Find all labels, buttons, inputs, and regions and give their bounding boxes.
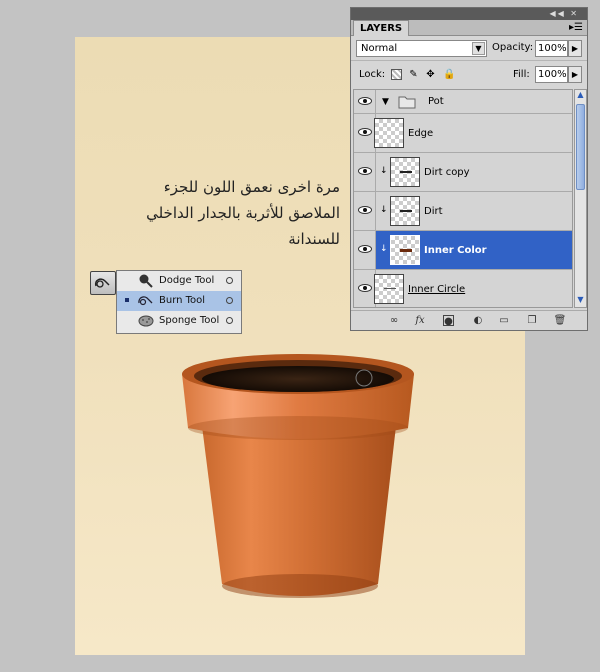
eye-icon bbox=[358, 206, 372, 214]
layers-panel: ◀◀ ✕ LAYERS ▸☰ Normal ▼ Opacity: 100% ▶ … bbox=[350, 7, 588, 331]
layer-name: Inner Color bbox=[424, 245, 487, 256]
toning-tools-flyout: Dodge Tool Burn Tool Sponge Tool bbox=[116, 270, 242, 334]
trash-icon[interactable]: 🗑 bbox=[553, 315, 567, 327]
visibility-toggle[interactable] bbox=[354, 270, 376, 307]
layers-footer: ∞ fx ● ◐ ▭ ❐ 🗑 bbox=[351, 310, 587, 330]
layer-name: Pot bbox=[428, 96, 444, 107]
annotation-line: للسندانة bbox=[288, 230, 340, 248]
eye-icon bbox=[358, 128, 372, 136]
fill-label: Fill: bbox=[513, 69, 530, 80]
layer-thumbnail bbox=[374, 274, 404, 304]
selected-bullet bbox=[125, 298, 129, 302]
layer-thumbnail bbox=[390, 235, 420, 265]
layer-row-inner-circle[interactable]: Inner Circle bbox=[354, 270, 572, 307]
eye-icon bbox=[358, 97, 372, 105]
layer-row-pot[interactable]: ▼ Pot bbox=[354, 90, 572, 114]
lock-label: Lock: bbox=[359, 69, 386, 80]
lock-move-icon[interactable]: ✥ bbox=[425, 69, 436, 80]
blend-mode-value: Normal bbox=[361, 43, 398, 54]
shortcut-indicator bbox=[226, 297, 233, 304]
adjustment-icon[interactable]: ◐ bbox=[471, 315, 485, 327]
collapse-close-icon[interactable]: ◀◀ ✕ bbox=[549, 9, 579, 18]
annotation-line: مرة اخرى نعمق اللون للجزء bbox=[163, 178, 340, 196]
clipping-arrow-icon: ↓ bbox=[380, 166, 388, 176]
tab-layers[interactable]: LAYERS bbox=[353, 20, 410, 36]
panel-tab-row: LAYERS ▸☰ bbox=[351, 20, 587, 36]
panel-menu-icon[interactable]: ▸☰ bbox=[569, 22, 583, 33]
layers-list: ▼ Pot Edge ↓ Dirt copy ↓ Dirt ↓ Inner Co… bbox=[353, 89, 573, 308]
disclosure-triangle-icon[interactable]: ▼ bbox=[382, 97, 389, 107]
layer-thumbnail bbox=[374, 118, 404, 148]
panel-title-bar[interactable]: ◀◀ ✕ bbox=[351, 8, 587, 20]
layer-row-dirt[interactable]: ↓ Dirt bbox=[354, 192, 572, 231]
dodge-icon bbox=[139, 274, 153, 288]
layer-row-inner-color[interactable]: ↓ Inner Color bbox=[354, 231, 572, 270]
layer-name: Inner Circle bbox=[408, 284, 466, 295]
flyout-item-label: Dodge Tool bbox=[159, 275, 215, 286]
layer-name: Dirt bbox=[424, 206, 443, 217]
eye-icon bbox=[358, 284, 372, 292]
visibility-toggle[interactable] bbox=[354, 192, 376, 230]
mask-icon[interactable]: ● bbox=[443, 315, 454, 327]
clipping-arrow-icon: ↓ bbox=[380, 205, 388, 215]
layer-name: Dirt copy bbox=[424, 167, 470, 178]
opacity-slider-arrow[interactable]: ▶ bbox=[568, 40, 582, 57]
clay-pot-illustration bbox=[182, 354, 414, 598]
sponge-icon bbox=[138, 315, 154, 327]
visibility-toggle[interactable] bbox=[354, 114, 376, 152]
flyout-item-dodge-tool[interactable]: Dodge Tool bbox=[117, 271, 241, 291]
lock-row: Lock: ✎ ✥ 🔒 Fill: 100% ▶ bbox=[351, 60, 587, 86]
layer-row-dirt-copy[interactable]: ↓ Dirt copy bbox=[354, 153, 572, 192]
visibility-toggle[interactable] bbox=[354, 153, 376, 191]
eye-icon bbox=[358, 167, 372, 175]
folder-icon bbox=[398, 96, 416, 109]
shortcut-indicator bbox=[226, 277, 233, 284]
layer-row-edge[interactable]: Edge bbox=[354, 114, 572, 153]
layer-thumbnail bbox=[390, 157, 420, 187]
fx-icon[interactable]: fx bbox=[413, 315, 427, 327]
chevron-down-icon: ▼ bbox=[472, 42, 485, 55]
blend-row: Normal ▼ Opacity: 100% ▶ bbox=[351, 36, 587, 60]
layers-scrollbar[interactable]: ▲ ▼ bbox=[574, 89, 587, 308]
opacity-label: Opacity: bbox=[492, 42, 534, 53]
flyout-item-label: Burn Tool bbox=[159, 295, 206, 306]
annotation-line: الملاصق للأثربة بالجدار الداخلي bbox=[146, 204, 340, 222]
tutorial-annotation: مرة اخرى نعمق اللون للجزء الملاصق للأثرب… bbox=[80, 174, 340, 252]
new-layer-icon[interactable]: ❐ bbox=[525, 315, 539, 327]
scroll-down-arrow-icon[interactable]: ▼ bbox=[575, 295, 586, 307]
burn-icon bbox=[138, 296, 153, 306]
fill-input[interactable]: 100% bbox=[535, 66, 568, 83]
link-icon[interactable]: ∞ bbox=[387, 315, 401, 327]
burn-tool-button[interactable] bbox=[90, 271, 116, 295]
visibility-toggle[interactable] bbox=[354, 90, 376, 113]
flyout-item-sponge-tool[interactable]: Sponge Tool bbox=[117, 311, 241, 331]
burn-icon bbox=[94, 278, 110, 288]
visibility-toggle[interactable] bbox=[354, 231, 376, 269]
flyout-item-burn-tool[interactable]: Burn Tool bbox=[117, 291, 241, 311]
layer-name: Edge bbox=[408, 128, 434, 139]
blend-mode-select[interactable]: Normal ▼ bbox=[356, 40, 487, 57]
layer-thumbnail bbox=[390, 196, 420, 226]
scroll-up-arrow-icon[interactable]: ▲ bbox=[575, 90, 586, 102]
folder-icon[interactable]: ▭ bbox=[497, 315, 511, 327]
scroll-thumb[interactable] bbox=[576, 104, 585, 190]
clipping-arrow-icon: ↓ bbox=[380, 244, 388, 254]
flyout-item-label: Sponge Tool bbox=[159, 315, 220, 326]
lock-all-icon[interactable]: 🔒 bbox=[443, 69, 455, 80]
lock-brush-icon[interactable]: ✎ bbox=[408, 69, 419, 80]
eye-icon bbox=[358, 245, 372, 253]
shortcut-indicator bbox=[226, 317, 233, 324]
lock-transparent-icon[interactable] bbox=[391, 69, 402, 80]
opacity-input[interactable]: 100% bbox=[535, 40, 568, 57]
fill-slider-arrow[interactable]: ▶ bbox=[568, 66, 582, 83]
